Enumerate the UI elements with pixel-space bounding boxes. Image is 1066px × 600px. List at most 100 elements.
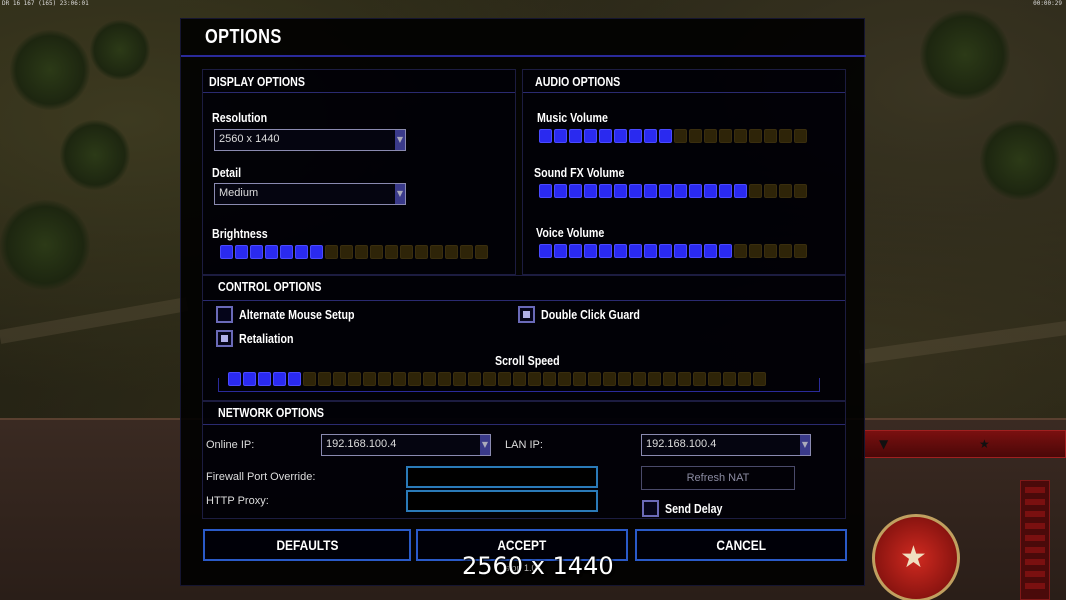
slider-segment[interactable] [719, 184, 732, 198]
slider-segment[interactable] [539, 244, 552, 258]
slider-segment[interactable] [573, 372, 586, 386]
slider-segment[interactable] [423, 372, 436, 386]
slider-segment[interactable] [749, 184, 762, 198]
slider-segment[interactable] [475, 245, 488, 259]
slider-segment[interactable] [453, 372, 466, 386]
slider-segment[interactable] [749, 244, 762, 258]
slider-segment[interactable] [340, 245, 353, 259]
slider-segment[interactable] [539, 129, 552, 143]
slider-segment[interactable] [734, 184, 747, 198]
slider-segment[interactable] [400, 245, 413, 259]
slider-segment[interactable] [599, 244, 612, 258]
slider-segment[interactable] [794, 184, 807, 198]
slider-segment[interactable] [584, 184, 597, 198]
slider-segment[interactable] [445, 245, 458, 259]
firewall-port-input[interactable] [406, 466, 598, 488]
slider-segment[interactable] [734, 244, 747, 258]
slider-segment[interactable] [794, 129, 807, 143]
slider-segment[interactable] [708, 372, 721, 386]
sound-fx-volume-slider[interactable] [539, 184, 807, 198]
music-volume-slider[interactable] [539, 129, 807, 143]
slider-segment[interactable] [483, 372, 496, 386]
slider-segment[interactable] [648, 372, 661, 386]
slider-segment[interactable] [370, 245, 383, 259]
slider-segment[interactable] [689, 184, 702, 198]
double-click-guard-checkbox[interactable] [518, 306, 535, 323]
slider-segment[interactable] [378, 372, 391, 386]
slider-segment[interactable] [693, 372, 706, 386]
alternate-mouse-checkbox[interactable] [216, 306, 233, 323]
slider-segment[interactable] [588, 372, 601, 386]
slider-segment[interactable] [438, 372, 451, 386]
slider-segment[interactable] [415, 245, 428, 259]
slider-segment[interactable] [569, 244, 582, 258]
slider-segment[interactable] [663, 372, 676, 386]
slider-segment[interactable] [348, 372, 361, 386]
dropdown-arrow-icon[interactable]: ▼ [395, 130, 405, 150]
slider-segment[interactable] [333, 372, 346, 386]
slider-segment[interactable] [644, 184, 657, 198]
resolution-dropdown[interactable]: 2560 x 1440 ▼ [214, 129, 406, 151]
slider-segment[interactable] [310, 245, 323, 259]
slider-segment[interactable] [528, 372, 541, 386]
refresh-nat-button[interactable]: Refresh NAT [641, 466, 795, 490]
slider-segment[interactable] [584, 129, 597, 143]
slider-segment[interactable] [689, 129, 702, 143]
detail-dropdown[interactable]: Medium ▼ [214, 183, 406, 205]
slider-segment[interactable] [779, 129, 792, 143]
slider-segment[interactable] [779, 184, 792, 198]
slider-segment[interactable] [614, 244, 627, 258]
slider-segment[interactable] [764, 244, 777, 258]
slider-segment[interactable] [723, 372, 736, 386]
slider-segment[interactable] [569, 129, 582, 143]
scroll-speed-slider[interactable] [228, 372, 766, 386]
slider-segment[interactable] [614, 129, 627, 143]
slider-segment[interactable] [674, 244, 687, 258]
slider-segment[interactable] [303, 372, 316, 386]
slider-segment[interactable] [554, 129, 567, 143]
slider-segment[interactable] [629, 184, 642, 198]
slider-segment[interactable] [513, 372, 526, 386]
slider-segment[interactable] [220, 245, 233, 259]
slider-segment[interactable] [273, 372, 286, 386]
slider-segment[interactable] [678, 372, 691, 386]
slider-segment[interactable] [659, 244, 672, 258]
slider-segment[interactable] [674, 129, 687, 143]
slider-segment[interactable] [498, 372, 511, 386]
dropdown-arrow-icon[interactable]: ▼ [800, 435, 810, 455]
slider-segment[interactable] [408, 372, 421, 386]
slider-segment[interactable] [704, 129, 717, 143]
slider-segment[interactable] [543, 372, 556, 386]
slider-segment[interactable] [393, 372, 406, 386]
slider-segment[interactable] [749, 129, 762, 143]
send-delay-checkbox[interactable] [642, 500, 659, 517]
slider-segment[interactable] [719, 129, 732, 143]
slider-segment[interactable] [265, 245, 278, 259]
slider-segment[interactable] [629, 129, 642, 143]
hud-tab-strip[interactable]: ▼ ★ [862, 430, 1066, 458]
slider-segment[interactable] [764, 184, 777, 198]
slider-segment[interactable] [554, 184, 567, 198]
slider-segment[interactable] [674, 184, 687, 198]
slider-segment[interactable] [385, 245, 398, 259]
cancel-button[interactable]: CANCEL [635, 529, 847, 561]
slider-segment[interactable] [460, 245, 473, 259]
slider-segment[interactable] [325, 245, 338, 259]
slider-segment[interactable] [599, 129, 612, 143]
slider-segment[interactable] [468, 372, 481, 386]
slider-segment[interactable] [644, 244, 657, 258]
slider-segment[interactable] [734, 129, 747, 143]
star-icon[interactable]: ★ [979, 437, 999, 451]
slider-segment[interactable] [243, 372, 256, 386]
chevron-down-icon[interactable]: ▼ [879, 437, 899, 451]
slider-segment[interactable] [554, 244, 567, 258]
http-proxy-input[interactable] [406, 490, 598, 512]
slider-segment[interactable] [235, 245, 248, 259]
slider-segment[interactable] [295, 245, 308, 259]
slider-segment[interactable] [363, 372, 376, 386]
slider-segment[interactable] [584, 244, 597, 258]
slider-segment[interactable] [764, 129, 777, 143]
slider-segment[interactable] [794, 244, 807, 258]
slider-segment[interactable] [659, 184, 672, 198]
slider-segment[interactable] [633, 372, 646, 386]
